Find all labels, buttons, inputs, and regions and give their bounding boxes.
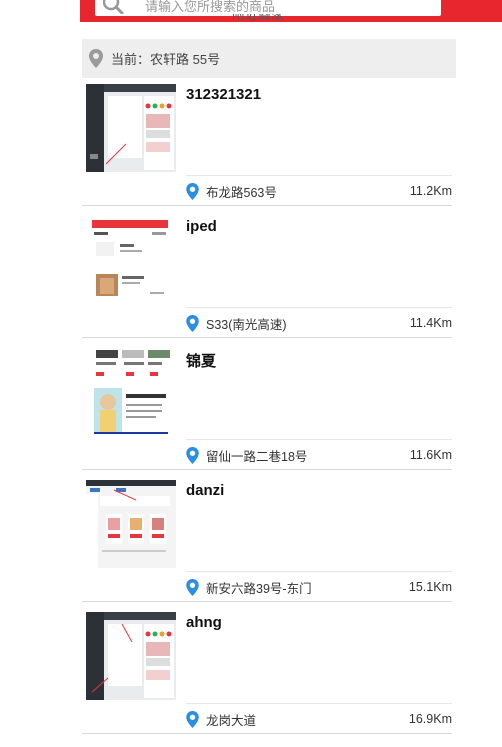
store-thumbnail — [86, 612, 176, 700]
divider — [186, 307, 452, 308]
store-footer: 龙岗大道 16.9Km — [186, 708, 452, 730]
current-location-bar[interactable]: 当前：农轩路 55号 — [82, 39, 456, 78]
store-distance: 15.1Km — [408, 580, 452, 594]
divider — [82, 601, 452, 602]
store-distance: 11.2Km — [409, 184, 452, 198]
current-location-text: 当前：农轩路 55号 — [111, 52, 221, 67]
store-item[interactable]: 锦夏 留仙一路二巷18号 11.6Km — [82, 342, 456, 474]
store-address: S33(南光高速) — [206, 317, 287, 332]
store-list: 312321321 布龙路563号 11.2Km iped S33(南光高速) … — [82, 78, 456, 738]
store-distance: 11.4Km — [409, 316, 452, 330]
divider — [82, 469, 452, 470]
location-pin-icon — [186, 314, 202, 332]
store-footer: 留仙一路二巷18号 11.6Km — [186, 444, 452, 466]
store-thumbnail — [86, 348, 176, 436]
store-distance: 16.9Km — [408, 712, 452, 726]
store-item[interactable]: danzi 新安六路39号-东门 15.1Km — [82, 474, 456, 606]
divider — [186, 439, 452, 440]
divider — [186, 175, 452, 176]
location-pin-icon — [186, 578, 202, 596]
store-footer: S33(南光高速) 11.4Km — [186, 312, 452, 334]
location-pin-icon — [186, 710, 202, 728]
store-distance: 11.6Km — [409, 448, 452, 462]
store-footer: 布龙路563号 11.2Km — [186, 180, 452, 202]
search-icon — [103, 0, 131, 14]
divider — [82, 337, 452, 338]
search-placeholder: 请输入您所搜索的商品 — [145, 0, 276, 14]
store-name: ahng — [186, 614, 222, 631]
divider — [186, 571, 452, 572]
store-item[interactable]: ahng 龙岗大道 16.9Km — [82, 606, 456, 738]
store-thumbnail — [86, 480, 176, 568]
location-pin-icon — [89, 49, 103, 68]
store-name: 312321321 — [186, 86, 262, 103]
store-address: 新安六路39号-东门 — [206, 581, 312, 596]
divider — [186, 703, 452, 704]
location-pin-icon — [186, 446, 202, 464]
store-thumbnail — [86, 84, 176, 172]
store-address: 龙岗大道 — [206, 713, 257, 728]
store-address: 留仙一路二巷18号 — [206, 449, 308, 464]
store-name: 锦夏 — [186, 353, 217, 370]
store-footer: 新安六路39号-东门 15.1Km — [186, 576, 452, 598]
divider — [82, 733, 452, 734]
store-item[interactable]: iped S33(南光高速) 11.4Km — [82, 210, 456, 342]
store-address: 布龙路563号 — [206, 185, 277, 200]
store-thumbnail — [86, 216, 176, 304]
store-name: danzi — [186, 482, 225, 499]
location-pin-icon — [186, 182, 202, 200]
divider — [82, 205, 452, 206]
store-item[interactable]: 312321321 布龙路563号 11.2Km — [82, 78, 456, 210]
section-title: 附近商家 — [232, 14, 285, 22]
store-name: iped — [186, 218, 217, 235]
